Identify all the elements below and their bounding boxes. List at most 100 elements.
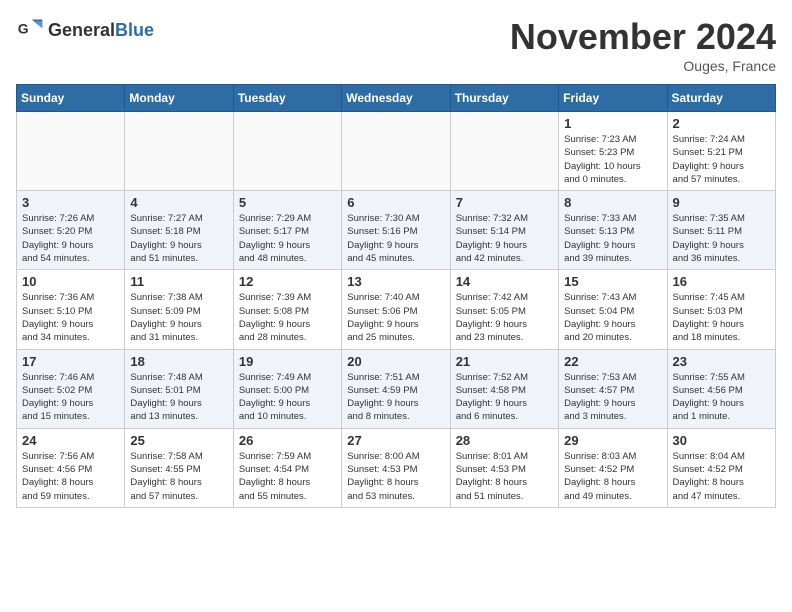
weekday-header-thursday: Thursday [450,85,558,112]
day-number: 7 [456,195,553,210]
day-info: Sunrise: 7:29 AMSunset: 5:17 PMDaylight:… [239,212,336,265]
weekday-header-friday: Friday [559,85,667,112]
day-number: 19 [239,354,336,369]
svg-text:G: G [18,21,29,37]
day-number: 3 [22,195,119,210]
calendar-week-row: 1 Sunrise: 7:23 AMSunset: 5:23 PMDaylight… [17,112,776,191]
calendar-day-cell: 4 Sunrise: 7:27 AMSunset: 5:18 PMDaylight… [125,191,233,270]
title-block: November 2024 Ouges, France [510,16,776,74]
day-info: Sunrise: 7:51 AMSunset: 4:59 PMDaylight:… [347,371,444,424]
calendar-day-cell: 25 Sunrise: 7:58 AMSunset: 4:55 PMDayligh… [125,428,233,507]
day-number: 5 [239,195,336,210]
day-info: Sunrise: 7:48 AMSunset: 5:01 PMDaylight:… [130,371,227,424]
day-info: Sunrise: 7:58 AMSunset: 4:55 PMDaylight:… [130,450,227,503]
day-info: Sunrise: 7:52 AMSunset: 4:58 PMDaylight:… [456,371,553,424]
day-number: 17 [22,354,119,369]
logo-icon: G [16,16,44,44]
day-info: Sunrise: 8:00 AMSunset: 4:53 PMDaylight:… [347,450,444,503]
calendar-day-cell: 10Sunrise: 7:36 AMSunset: 5:10 PMDayligh… [17,270,125,349]
day-info: Sunrise: 7:42 AMSunset: 5:05 PMDaylight:… [456,291,553,344]
calendar-day-cell: 21 Sunrise: 7:52 AMSunset: 4:58 PMDayligh… [450,349,558,428]
day-number: 10 [22,274,119,289]
calendar-day-cell: 20 Sunrise: 7:51 AMSunset: 4:59 PMDayligh… [342,349,450,428]
day-number: 25 [130,433,227,448]
location: Ouges, France [510,58,776,74]
day-number: 30 [673,433,770,448]
calendar-day-cell: 19 Sunrise: 7:49 AMSunset: 5:00 PMDayligh… [233,349,341,428]
calendar-day-cell: 7 Sunrise: 7:32 AMSunset: 5:14 PMDaylight… [450,191,558,270]
calendar-week-row: 10Sunrise: 7:36 AMSunset: 5:10 PMDayligh… [17,270,776,349]
day-number: 12 [239,274,336,289]
day-info: Sunrise: 7:38 AMSunset: 5:09 PMDaylight:… [130,291,227,344]
logo: G GeneralBlue [16,16,154,44]
day-number: 11 [130,274,227,289]
calendar-day-cell: 15 Sunrise: 7:43 AMSunset: 5:04 PMDayligh… [559,270,667,349]
day-number: 15 [564,274,661,289]
day-number: 13 [347,274,444,289]
day-info: Sunrise: 7:53 AMSunset: 4:57 PMDaylight:… [564,371,661,424]
day-number: 24 [22,433,119,448]
day-number: 23 [673,354,770,369]
calendar-day-cell: 12 Sunrise: 7:39 AMSunset: 5:08 PMDayligh… [233,270,341,349]
calendar-day-cell: 29Sunrise: 8:03 AMSunset: 4:52 PMDayligh… [559,428,667,507]
day-info: Sunrise: 8:03 AMSunset: 4:52 PMDaylight:… [564,450,661,503]
day-info: Sunrise: 7:45 AMSunset: 5:03 PMDaylight:… [673,291,770,344]
logo-blue: Blue [115,20,154,40]
calendar-day-cell: 11 Sunrise: 7:38 AMSunset: 5:09 PMDayligh… [125,270,233,349]
calendar-day-cell: 17Sunrise: 7:46 AMSunset: 5:02 PMDayligh… [17,349,125,428]
calendar-day-cell [125,112,233,191]
day-number: 20 [347,354,444,369]
day-info: Sunrise: 7:40 AMSunset: 5:06 PMDaylight:… [347,291,444,344]
calendar-day-cell: 16Sunrise: 7:45 AMSunset: 5:03 PMDayligh… [667,270,775,349]
calendar-day-cell [342,112,450,191]
weekday-header-tuesday: Tuesday [233,85,341,112]
calendar-day-cell: 2 Sunrise: 7:24 AMSunset: 5:21 PMDaylight… [667,112,775,191]
day-info: Sunrise: 7:55 AMSunset: 4:56 PMDaylight:… [673,371,770,424]
calendar-day-cell: 8Sunrise: 7:33 AMSunset: 5:13 PMDaylight… [559,191,667,270]
day-number: 1 [564,116,661,131]
day-info: Sunrise: 7:43 AMSunset: 5:04 PMDaylight:… [564,291,661,344]
day-info: Sunrise: 8:04 AMSunset: 4:52 PMDaylight:… [673,450,770,503]
calendar-week-row: 24 Sunrise: 7:56 AMSunset: 4:56 PMDayligh… [17,428,776,507]
calendar-day-cell: 9Sunrise: 7:35 AMSunset: 5:11 PMDaylight… [667,191,775,270]
day-info: Sunrise: 7:27 AMSunset: 5:18 PMDaylight:… [130,212,227,265]
day-info: Sunrise: 7:24 AMSunset: 5:21 PMDaylight:… [673,133,770,186]
day-number: 27 [347,433,444,448]
calendar-day-cell: 14Sunrise: 7:42 AMSunset: 5:05 PMDayligh… [450,270,558,349]
day-number: 18 [130,354,227,369]
day-info: Sunrise: 7:39 AMSunset: 5:08 PMDaylight:… [239,291,336,344]
day-info: Sunrise: 7:32 AMSunset: 5:14 PMDaylight:… [456,212,553,265]
calendar-day-cell [233,112,341,191]
day-number: 21 [456,354,553,369]
day-info: Sunrise: 7:33 AMSunset: 5:13 PMDaylight:… [564,212,661,265]
calendar-day-cell [17,112,125,191]
calendar-table: SundayMondayTuesdayWednesdayThursdayFrid… [16,84,776,508]
calendar-day-cell: 13 Sunrise: 7:40 AMSunset: 5:06 PMDayligh… [342,270,450,349]
day-number: 6 [347,195,444,210]
day-info: Sunrise: 7:49 AMSunset: 5:00 PMDaylight:… [239,371,336,424]
calendar-day-cell [450,112,558,191]
weekday-header-sunday: Sunday [17,85,125,112]
day-info: Sunrise: 7:23 AMSunset: 5:23 PMDaylight:… [564,133,661,186]
month-title: November 2024 [510,16,776,58]
page-header: G GeneralBlue November 2024 Ouges, Franc… [16,16,776,74]
calendar-day-cell: 30 Sunrise: 8:04 AMSunset: 4:52 PMDayligh… [667,428,775,507]
day-number: 2 [673,116,770,131]
calendar-day-cell: 24 Sunrise: 7:56 AMSunset: 4:56 PMDayligh… [17,428,125,507]
calendar-week-row: 3 Sunrise: 7:26 AMSunset: 5:20 PMDaylight… [17,191,776,270]
calendar-day-cell: 28Sunrise: 8:01 AMSunset: 4:53 PMDayligh… [450,428,558,507]
day-number: 4 [130,195,227,210]
day-info: Sunrise: 7:35 AMSunset: 5:11 PMDaylight:… [673,212,770,265]
logo-general: General [48,20,115,40]
weekday-header-saturday: Saturday [667,85,775,112]
calendar-day-cell: 3 Sunrise: 7:26 AMSunset: 5:20 PMDaylight… [17,191,125,270]
weekday-header-wednesday: Wednesday [342,85,450,112]
day-info: Sunrise: 7:56 AMSunset: 4:56 PMDaylight:… [22,450,119,503]
calendar-day-cell: 27 Sunrise: 8:00 AMSunset: 4:53 PMDayligh… [342,428,450,507]
calendar-day-cell: 6Sunrise: 7:30 AMSunset: 5:16 PMDaylight… [342,191,450,270]
weekday-header-monday: Monday [125,85,233,112]
day-number: 26 [239,433,336,448]
day-info: Sunrise: 7:26 AMSunset: 5:20 PMDaylight:… [22,212,119,265]
day-info: Sunrise: 7:59 AMSunset: 4:54 PMDaylight:… [239,450,336,503]
calendar-day-cell: 23 Sunrise: 7:55 AMSunset: 4:56 PMDayligh… [667,349,775,428]
